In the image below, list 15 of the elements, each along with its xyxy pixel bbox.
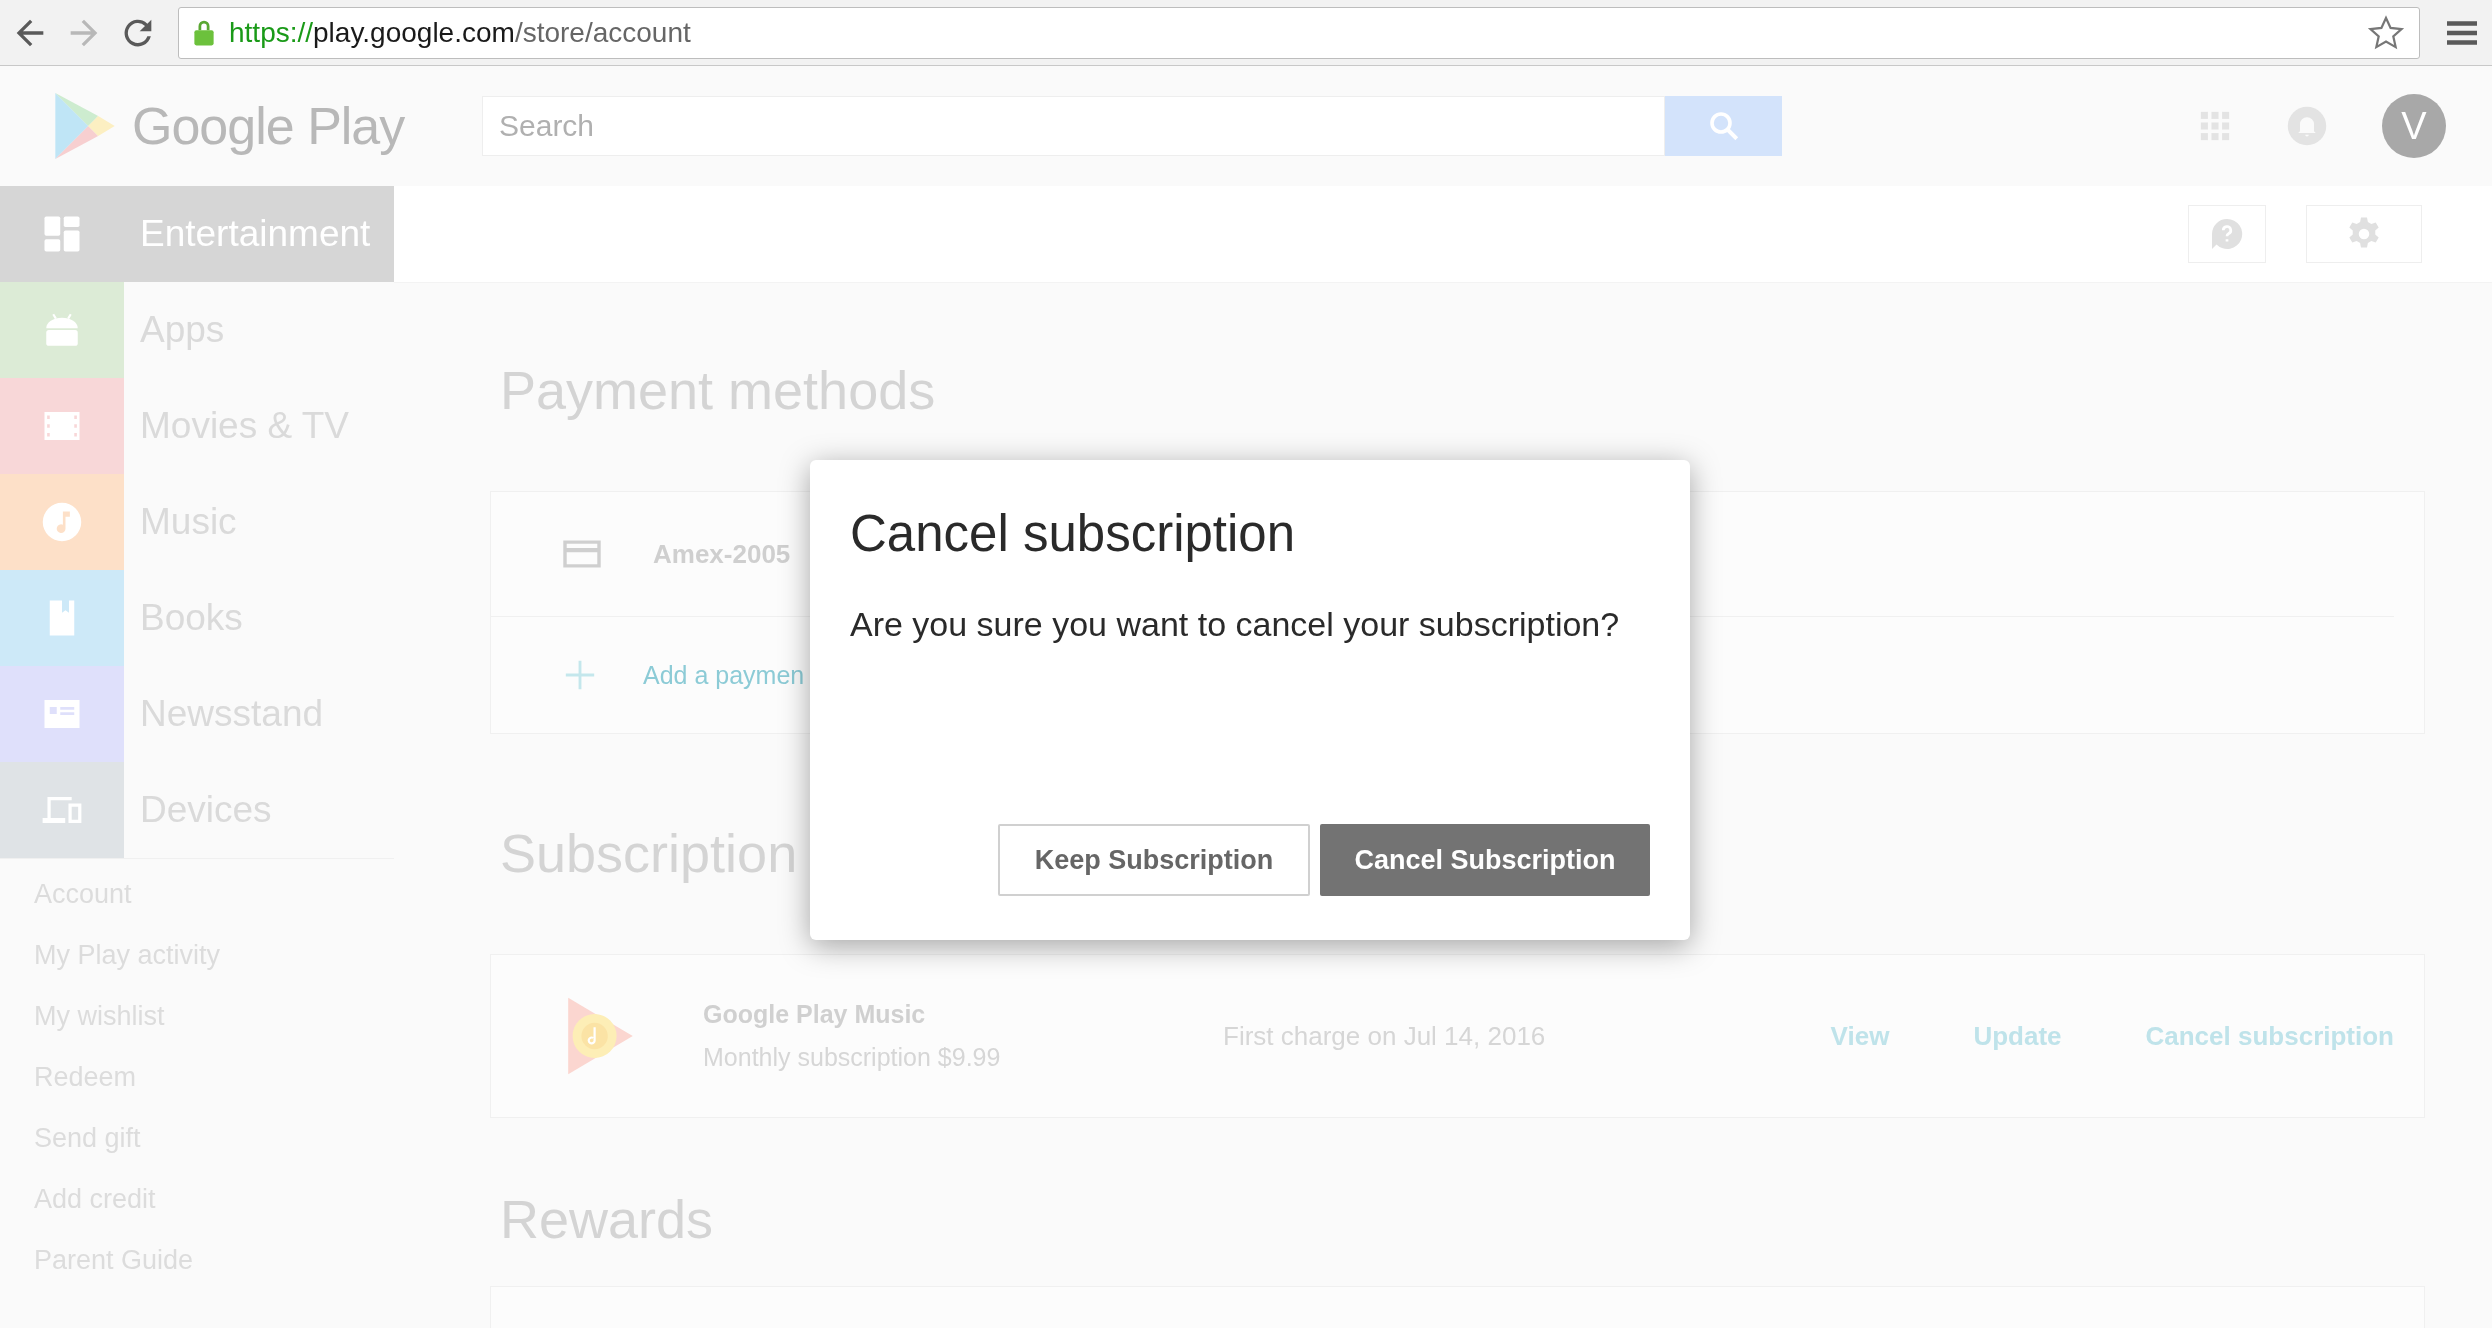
url-scheme: https:// <box>229 16 314 49</box>
avatar[interactable]: V <box>2382 94 2446 158</box>
subscription-action-link[interactable]: Cancel subscription <box>2145 1020 2394 1052</box>
address-bar[interactable]: https://play.google.com/store/account <box>178 6 2420 59</box>
subscription-action-link[interactable]: Update <box>1973 1020 2062 1052</box>
dialog-message: Are you sure you want to cancel your subscription? <box>850 605 1621 644</box>
subscription-action-link[interactable]: View <box>1830 1020 1890 1052</box>
add-payment-link[interactable]: Add a paymen <box>643 660 805 690</box>
dismiss-button[interactable]: Keep Subscription <box>998 824 1310 896</box>
url-host: play.google.com <box>313 16 515 49</box>
dialog-title: Cancel subscription <box>850 504 1297 563</box>
search-field[interactable]: Search <box>482 96 1665 156</box>
url-path: /store/account <box>514 16 691 49</box>
logo-text: Google Play <box>132 96 405 156</box>
confirm-button[interactable]: Cancel Subscription <box>1320 824 1650 896</box>
